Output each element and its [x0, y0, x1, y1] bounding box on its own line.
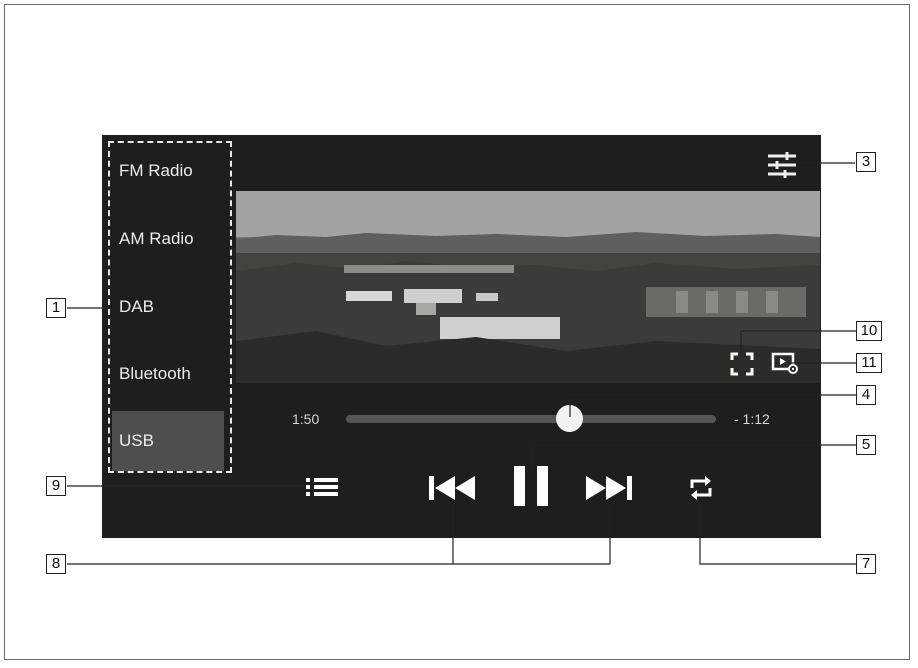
callout-leader-lines: [67, 162, 856, 565]
callout-7: 7: [856, 554, 876, 574]
callout-1: 1: [46, 298, 66, 318]
callout-9: 9: [46, 476, 66, 496]
callout-11: 11: [856, 353, 882, 373]
callout-3: 3: [856, 152, 876, 172]
callout-10: 10: [856, 321, 882, 341]
callout-5: 5: [856, 435, 876, 455]
callout-8: 8: [46, 554, 66, 574]
callout-4: 4: [856, 385, 876, 405]
